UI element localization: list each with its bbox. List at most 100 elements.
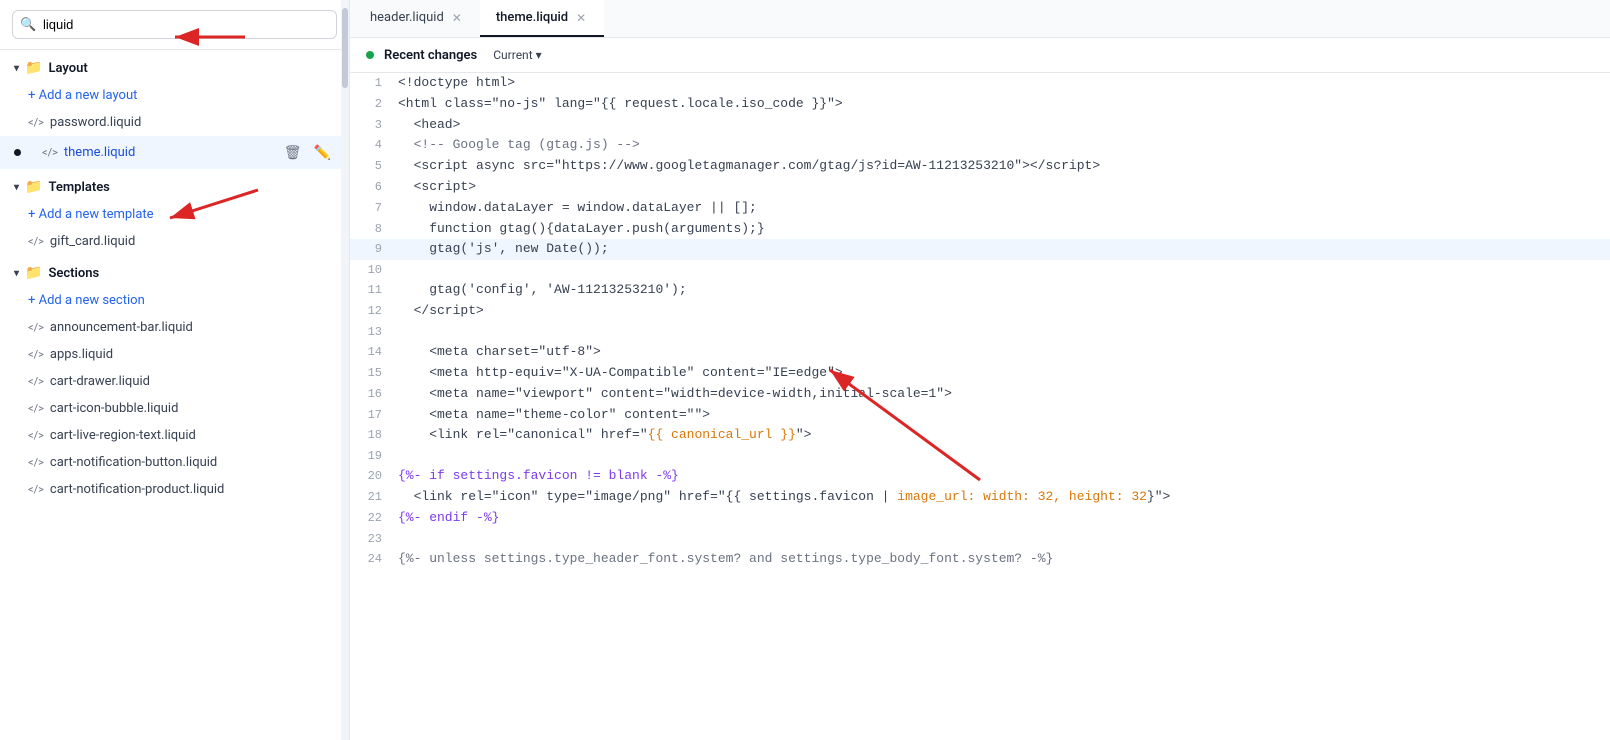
add-template-label: + Add a new template — [28, 207, 154, 222]
code-line: 16 <meta name="viewport" content="width=… — [350, 384, 1610, 405]
code-line: 4 <!-- Google tag (gtag.js) --> — [350, 135, 1610, 156]
line-number: 3 — [350, 115, 394, 136]
code-line: 3 <head> — [350, 115, 1610, 136]
line-number: 24 — [350, 549, 394, 570]
file-name: apps.liquid — [50, 347, 113, 362]
line-content: <link rel="canonical" href="{{ canonical… — [394, 425, 1610, 446]
code-lines: 1<!doctype html>2<html class="no-js" lan… — [350, 73, 1610, 570]
code-line: 9 gtag('js', new Date()); — [350, 239, 1610, 260]
recent-changes-label: Recent changes — [384, 48, 477, 63]
code-token: <head> — [398, 117, 460, 132]
code-token: window.dataLayer = window.dataLayer || [… — [398, 200, 757, 215]
file-name: cart-drawer.liquid — [50, 374, 150, 389]
code-token: <script> — [398, 179, 476, 194]
code-icon: </> — [28, 429, 44, 442]
line-content: window.dataLayer = window.dataLayer || [… — [394, 198, 1610, 219]
file-item-apps[interactable]: </> apps.liquid — [0, 341, 349, 368]
file-name-password: password.liquid — [50, 115, 141, 130]
code-token: <meta name="viewport" content="width=dev… — [398, 386, 952, 401]
line-content: function gtag(){dataLayer.push(arguments… — [394, 219, 1610, 240]
chevron-down-icon: ▾ — [14, 182, 19, 193]
line-content: {%- if settings.favicon != blank -%} — [394, 466, 1610, 487]
tabs-bar: header.liquid ✕ theme.liquid ✕ — [350, 0, 1610, 38]
line-number: 16 — [350, 384, 394, 405]
folder-icon: 📁 — [25, 265, 42, 281]
code-line: 12 </script> — [350, 301, 1610, 322]
file-name: cart-icon-bubble.liquid — [50, 401, 179, 416]
search-bar: 🔍 — [0, 0, 349, 50]
code-icon: </> — [28, 375, 44, 388]
code-token: {%- unless settings.type_header_font.sys… — [398, 551, 1053, 566]
code-line: 20{%- if settings.favicon != blank -%} — [350, 466, 1610, 487]
code-token: </script> — [398, 303, 484, 318]
code-token: <link rel="icon" type="image/png" href="… — [398, 489, 897, 504]
close-tab-theme[interactable]: ✕ — [574, 12, 588, 24]
layout-group: ▾ 📁 Layout + Add a new layout </> passwo… — [0, 50, 349, 169]
sections-label: Sections — [48, 266, 99, 281]
code-line: 7 window.dataLayer = window.dataLayer ||… — [350, 198, 1610, 219]
code-token: {%- endif -%} — [398, 510, 499, 525]
editor-area: header.liquid ✕ theme.liquid ✕ Recent ch… — [350, 0, 1610, 740]
line-number: 20 — [350, 466, 394, 487]
line-content: <meta http-equiv="X-UA-Compatible" conte… — [394, 363, 1610, 384]
code-token: function gtag(){dataLayer.push(arguments… — [398, 221, 765, 236]
file-item-cart-icon-bubble[interactable]: </> cart-icon-bubble.liquid — [0, 395, 349, 422]
code-token: "> — [796, 427, 812, 442]
file-item-announcement-bar[interactable]: </> announcement-bar.liquid — [0, 314, 349, 341]
tab-label-theme: theme.liquid — [496, 10, 568, 25]
line-content: <meta name="theme-color" content=""> — [394, 405, 1610, 426]
line-content: <html class="no-js" lang="{{ request.loc… — [394, 94, 1610, 115]
file-item-cart-notif-product[interactable]: </> cart-notification-product.liquid — [0, 476, 349, 503]
line-number: 19 — [350, 446, 394, 466]
tab-theme-liquid[interactable]: theme.liquid ✕ — [480, 0, 604, 37]
line-number: 13 — [350, 322, 394, 342]
code-token: <meta http-equiv="X-UA-Compatible" conte… — [398, 365, 843, 380]
current-badge[interactable]: Current ▾ — [487, 46, 547, 64]
code-icon: </> — [28, 146, 58, 159]
code-line: 15 <meta http-equiv="X-UA-Compatible" co… — [350, 363, 1610, 384]
line-number: 11 — [350, 280, 394, 301]
delete-button[interactable]: 🗑 — [280, 142, 306, 163]
file-item-cart-drawer[interactable]: </> cart-drawer.liquid — [0, 368, 349, 395]
search-input[interactable] — [12, 10, 337, 39]
sections-header[interactable]: ▾ 📁 Sections — [0, 255, 349, 287]
code-token: gtag('config', 'AW-11213253210'); — [398, 282, 687, 297]
file-item-password[interactable]: </> password.liquid — [0, 109, 349, 136]
line-number: 18 — [350, 425, 394, 446]
recent-changes-bar: Recent changes Current ▾ — [350, 38, 1610, 73]
code-line: 18 <link rel="canonical" href="{{ canoni… — [350, 425, 1610, 446]
add-layout-link[interactable]: + Add a new layout — [0, 82, 349, 109]
sidebar-scrollbar[interactable] — [341, 0, 349, 740]
code-line: 13 — [350, 322, 1610, 342]
close-tab-header[interactable]: ✕ — [450, 12, 464, 24]
chevron-down-icon: ▾ — [14, 63, 19, 74]
code-editor[interactable]: 1<!doctype html>2<html class="no-js" lan… — [350, 73, 1610, 740]
file-item-giftcard[interactable]: </> gift_card.liquid — [0, 228, 349, 255]
line-content: <head> — [394, 115, 1610, 136]
search-icon: 🔍 — [20, 17, 36, 32]
edit-button[interactable]: ✏️ — [310, 142, 335, 163]
code-icon: </> — [28, 402, 44, 415]
tab-header-liquid[interactable]: header.liquid ✕ — [354, 0, 480, 37]
templates-header[interactable]: ▾ 📁 Templates — [0, 169, 349, 201]
file-item-theme[interactable]: </> theme.liquid 🗑 ✏️ — [0, 136, 349, 169]
status-dot — [366, 51, 374, 59]
add-template-link[interactable]: + Add a new template — [0, 201, 349, 228]
line-content: <script async src="https://www.googletag… — [394, 156, 1610, 177]
code-token: <html class="no-js" lang="{{ request.loc… — [398, 96, 843, 111]
line-content: <!doctype html> — [394, 73, 1610, 94]
folder-icon: 📁 — [25, 60, 42, 76]
layout-header[interactable]: ▾ 📁 Layout — [0, 50, 349, 82]
add-section-link[interactable]: + Add a new section — [0, 287, 349, 314]
file-item-cart-live-region[interactable]: </> cart-live-region-text.liquid — [0, 422, 349, 449]
add-layout-label: + Add a new layout — [28, 88, 137, 103]
line-content: </script> — [394, 301, 1610, 322]
line-content: <meta name="viewport" content="width=dev… — [394, 384, 1610, 405]
line-number: 17 — [350, 405, 394, 426]
file-item-cart-notif-btn[interactable]: </> cart-notification-button.liquid — [0, 449, 349, 476]
code-token: <meta charset="utf-8"> — [398, 344, 601, 359]
line-number: 2 — [350, 94, 394, 115]
line-content: <meta charset="utf-8"> — [394, 342, 1610, 363]
code-token: <script async src="https://www.googletag… — [398, 158, 1100, 173]
line-number: 4 — [350, 135, 394, 156]
